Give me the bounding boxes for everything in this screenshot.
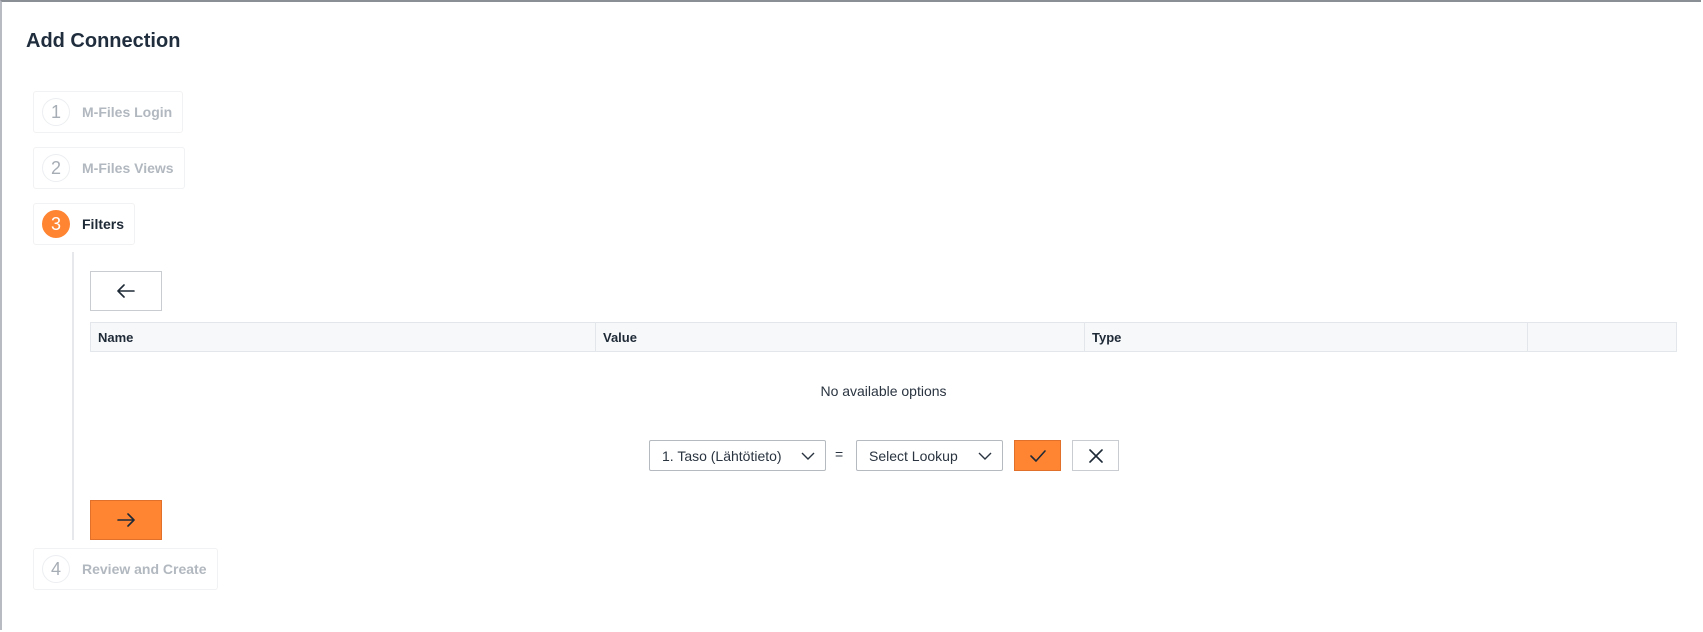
step-m-files-login[interactable]: 1 M-Files Login xyxy=(33,91,184,133)
step-label: M-Files Login xyxy=(82,104,173,120)
property-select[interactable]: 1. Taso (Lähtötieto) xyxy=(649,440,826,471)
dialog-title: Add Connection xyxy=(26,30,181,52)
step-connector-line xyxy=(72,252,74,540)
lookup-select[interactable]: Select Lookup xyxy=(856,440,1003,471)
step-number: 1 xyxy=(42,98,70,126)
arrow-right-icon xyxy=(117,513,135,527)
column-header-actions xyxy=(1528,323,1676,351)
confirm-filter-button[interactable] xyxy=(1014,440,1061,471)
operator-label: = xyxy=(835,446,844,462)
property-select-value: 1. Taso (Lähtötieto) xyxy=(662,447,782,464)
step-number: 3 xyxy=(42,210,70,238)
column-header-name: Name xyxy=(91,323,596,351)
back-button[interactable] xyxy=(90,271,162,311)
cancel-filter-button[interactable] xyxy=(1072,440,1119,471)
next-button[interactable] xyxy=(90,500,162,540)
dialog-frame xyxy=(0,0,1701,630)
close-icon xyxy=(1088,448,1103,463)
column-header-value: Value xyxy=(596,323,1085,351)
step-number: 4 xyxy=(42,555,70,583)
filters-table-header: Name Value Type xyxy=(90,322,1677,352)
step-label: M-Files Views xyxy=(82,160,174,176)
step-label: Review and Create xyxy=(82,561,207,577)
arrow-left-icon xyxy=(117,284,135,298)
lookup-select-placeholder: Select Lookup xyxy=(869,447,958,464)
step-m-files-views[interactable]: 2 M-Files Views xyxy=(33,147,185,189)
chevron-down-icon xyxy=(978,452,992,460)
step-filters[interactable]: 3 Filters xyxy=(33,203,136,245)
empty-table-message: No available options xyxy=(820,383,947,399)
step-label: Filters xyxy=(82,216,125,232)
step-number: 2 xyxy=(42,154,70,182)
step-review-and-create[interactable]: 4 Review and Create xyxy=(33,548,218,590)
column-header-type: Type xyxy=(1085,323,1528,351)
chevron-down-icon xyxy=(801,452,815,460)
check-icon xyxy=(1029,449,1046,462)
